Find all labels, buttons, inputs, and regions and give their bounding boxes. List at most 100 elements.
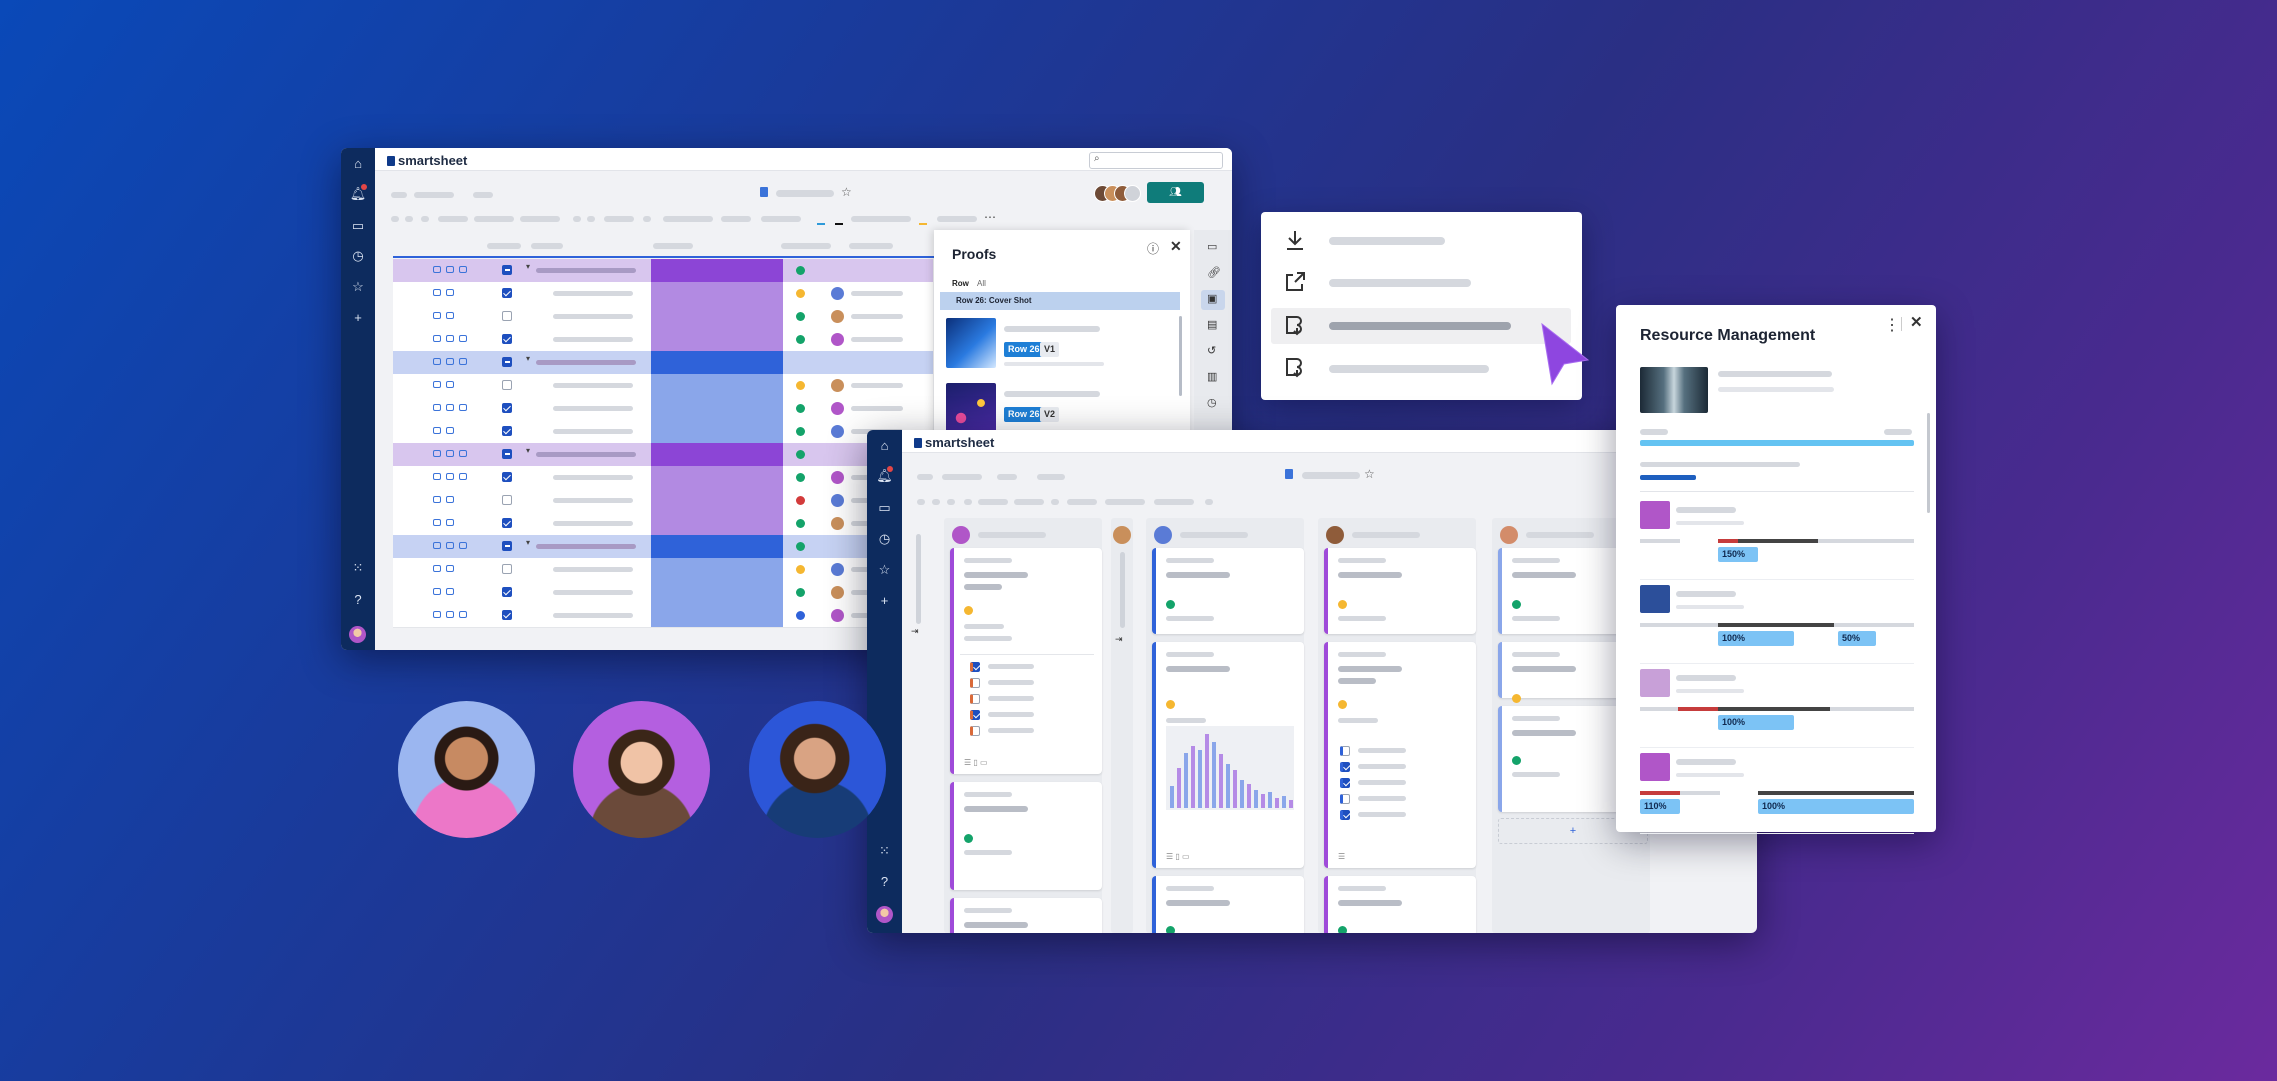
row-action-icon[interactable] <box>459 611 467 618</box>
clock-icon[interactable]: ◷ <box>341 248 375 264</box>
expand-lane-icon[interactable]: ⇥ <box>911 626 919 637</box>
plus-icon[interactable]: + <box>867 593 902 609</box>
checklist-checkbox[interactable] <box>970 662 980 672</box>
row-checkbox[interactable] <box>502 518 512 528</box>
grid-group-row[interactable]: ▾ <box>393 351 933 375</box>
kebab-menu-icon[interactable]: ⋮ <box>1884 315 1900 335</box>
user-avatar[interactable] <box>349 626 366 643</box>
row-action-icon[interactable] <box>433 519 441 526</box>
grid-row[interactable] <box>393 374 933 398</box>
row-action-icon[interactable] <box>433 542 441 549</box>
comments-icon[interactable]: ▭ <box>1207 240 1217 253</box>
row-action-icon[interactable] <box>433 404 441 411</box>
color-band-cell[interactable] <box>651 351 783 374</box>
expand-lane-icon[interactable]: ⇥ <box>1115 634 1123 645</box>
grid-row[interactable] <box>393 581 933 605</box>
row-checkbox[interactable] <box>502 357 512 367</box>
checklist-checkbox[interactable] <box>970 726 980 736</box>
folder-icon[interactable]: ▭ <box>867 500 902 516</box>
resource-person-row[interactable]: 100% 50% <box>1616 585 1936 669</box>
expand-caret-icon[interactable]: ▾ <box>526 354 530 363</box>
color-band-cell[interactable] <box>651 489 783 512</box>
row-action-icon[interactable] <box>459 358 467 365</box>
row-action-icon[interactable] <box>433 381 441 388</box>
row-action-icon[interactable] <box>433 473 441 480</box>
export-download-item[interactable] <box>1271 224 1571 256</box>
board-card[interactable]: ☰ ▯ ▭ <box>950 548 1102 774</box>
color-band-cell[interactable] <box>651 397 783 420</box>
checklist-checkbox[interactable] <box>1340 762 1350 772</box>
board-card[interactable] <box>1152 548 1304 634</box>
star-icon[interactable]: ☆ <box>341 279 375 295</box>
row-checkbox[interactable] <box>502 265 512 275</box>
grid-group-row[interactable]: ▾ <box>393 535 933 559</box>
user-avatar[interactable] <box>876 906 893 923</box>
row-action-icon[interactable] <box>433 312 441 319</box>
board-card[interactable]: ☰ ▯ ▭ <box>1152 642 1304 868</box>
expand-caret-icon[interactable]: ▾ <box>526 446 530 455</box>
activity-icon[interactable]: ↺ <box>1207 344 1216 357</box>
resource-scrollbar[interactable] <box>1927 413 1930 513</box>
row-checkbox[interactable] <box>502 587 512 597</box>
color-band-cell[interactable] <box>651 581 783 604</box>
color-band-cell[interactable] <box>651 328 783 351</box>
row-action-icon[interactable] <box>446 496 454 503</box>
breadcrumb-3[interactable] <box>473 192 493 198</box>
close-icon[interactable]: ✕ <box>1170 238 1182 255</box>
row-action-icon[interactable] <box>459 450 467 457</box>
color-band-cell[interactable] <box>651 466 783 489</box>
row-action-icon[interactable] <box>446 427 454 434</box>
row-checkbox[interactable] <box>502 403 512 413</box>
row-action-icon[interactable] <box>446 381 454 388</box>
row-action-icon[interactable] <box>446 335 454 342</box>
bell-icon[interactable]: 🔔︎ <box>867 468 902 484</box>
row-action-icon[interactable] <box>433 358 441 365</box>
row-action-icon[interactable] <box>446 588 454 595</box>
apps-grid-icon[interactable]: ⁙ <box>341 560 375 576</box>
color-band-cell[interactable] <box>651 512 783 535</box>
grid-row[interactable] <box>393 466 933 490</box>
expand-caret-icon[interactable]: ▾ <box>526 262 530 271</box>
row-action-icon[interactable] <box>433 611 441 618</box>
checklist-checkbox[interactable] <box>1340 794 1350 804</box>
row-action-icon[interactable] <box>446 519 454 526</box>
row-action-icon[interactable] <box>433 588 441 595</box>
row-action-icon[interactable] <box>433 565 441 572</box>
row-action-icon[interactable] <box>446 565 454 572</box>
brand-logo[interactable]: smartsheet <box>914 435 994 450</box>
row-checkbox[interactable] <box>502 426 512 436</box>
row-checkbox[interactable] <box>502 449 512 459</box>
board-card[interactable] <box>1152 876 1304 933</box>
filter-row[interactable]: Row <box>952 279 969 288</box>
row-action-icon[interactable] <box>446 450 454 457</box>
grid-row[interactable] <box>393 282 933 306</box>
row-action-icon[interactable] <box>446 404 454 411</box>
search-box[interactable]: ⌕ <box>1089 152 1223 169</box>
board-card[interactable] <box>950 782 1102 890</box>
proofs-scrollbar[interactable] <box>1179 316 1182 396</box>
grid-row[interactable] <box>393 328 933 352</box>
color-band-cell[interactable] <box>651 535 783 558</box>
summary-icon[interactable]: ▥ <box>1207 370 1217 383</box>
export-brandfolder-item-2[interactable] <box>1271 352 1571 384</box>
row-checkbox[interactable] <box>502 610 512 620</box>
grid-group-row[interactable]: ▾ <box>393 259 933 283</box>
grid-row[interactable] <box>393 558 933 582</box>
color-band-cell[interactable] <box>651 305 783 328</box>
checklist-checkbox[interactable] <box>970 710 980 720</box>
color-band-cell[interactable] <box>651 443 783 466</box>
grid-row[interactable] <box>393 305 933 329</box>
plus-icon[interactable]: + <box>341 310 375 326</box>
more-icon[interactable]: ⋯ <box>984 210 996 224</box>
resource-person-row[interactable]: 110% 100% <box>1616 753 1936 837</box>
help-circle-icon[interactable]: ⓘ <box>1147 240 1159 257</box>
resource-person-row[interactable]: 100% <box>1616 669 1936 753</box>
row-checkbox[interactable] <box>502 334 512 344</box>
row-checkbox[interactable] <box>502 564 512 574</box>
folder-icon[interactable]: ▭ <box>341 218 375 234</box>
board-card[interactable] <box>1324 548 1476 634</box>
grid-row[interactable] <box>393 397 933 421</box>
row-action-icon[interactable] <box>446 266 454 273</box>
row-action-icon[interactable] <box>459 335 467 342</box>
checklist-checkbox[interactable] <box>970 694 980 704</box>
